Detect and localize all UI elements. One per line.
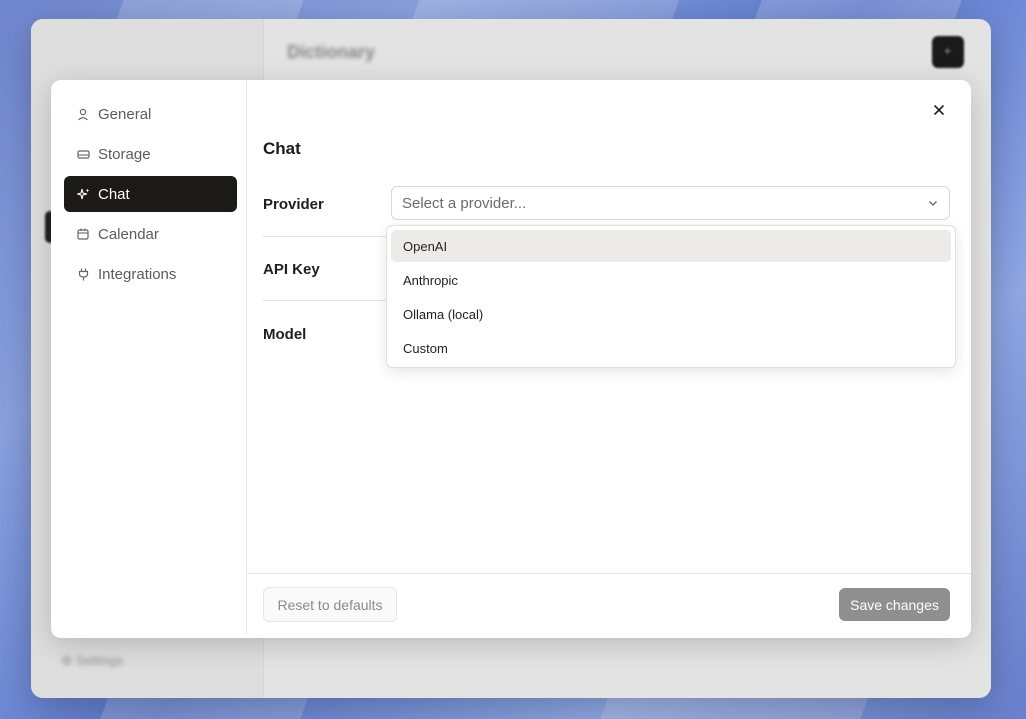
nav-item-label: Calendar — [98, 225, 159, 243]
row-divider — [263, 300, 393, 301]
api-key-label: API Key — [263, 261, 320, 278]
reset-defaults-button[interactable]: Reset to defaults — [263, 587, 397, 622]
settings-nav: General Storage Chat Calendar Integratio… — [51, 80, 247, 634]
calendar-icon — [76, 227, 90, 241]
background-settings-link: ⚙ Settings — [61, 653, 123, 669]
nav-item-label: Integrations — [98, 265, 177, 283]
option-label: OpenAI — [403, 238, 448, 254]
sparkles-icon — [76, 187, 90, 201]
provider-option-anthropic[interactable]: Anthropic — [391, 264, 951, 296]
footer-divider — [247, 573, 971, 574]
nav-item-label: General — [98, 105, 152, 123]
nav-item-label: Chat — [98, 185, 130, 203]
drive-icon — [76, 147, 90, 161]
settings-dialog: General Storage Chat Calendar Integratio… — [51, 80, 971, 638]
plus-icon: + — [944, 44, 952, 58]
background-window-title: Dictionary — [287, 42, 376, 62]
gear-icon: ⚙ — [61, 653, 73, 668]
background-settings-label: Settings — [76, 653, 124, 668]
nav-item-label: Storage — [98, 145, 151, 163]
provider-dropdown-menu: OpenAI Anthropic Ollama (local) Custom — [386, 225, 956, 368]
nav-item-chat[interactable]: Chat — [64, 176, 237, 212]
nav-item-storage[interactable]: Storage — [64, 136, 237, 172]
plug-icon — [76, 267, 90, 281]
model-label: Model — [263, 326, 307, 343]
background-action-button: + — [932, 36, 964, 68]
provider-option-openai[interactable]: OpenAI — [391, 230, 951, 262]
provider-option-custom[interactable]: Custom — [391, 332, 951, 364]
option-label: Anthropic — [403, 272, 458, 288]
option-label: Custom — [403, 340, 448, 356]
save-changes-button[interactable]: Save changes — [839, 588, 950, 621]
nav-item-integrations[interactable]: Integrations — [64, 256, 237, 292]
nav-item-general[interactable]: General — [64, 96, 237, 132]
provider-label: Provider — [263, 196, 324, 213]
provider-select[interactable]: Select a provider... — [391, 186, 950, 220]
nav-item-calendar[interactable]: Calendar — [64, 216, 237, 252]
row-divider — [263, 236, 393, 237]
option-label: Ollama (local) — [403, 306, 484, 322]
user-icon — [76, 107, 90, 121]
close-icon — [933, 104, 945, 116]
chevron-down-icon — [929, 201, 937, 206]
provider-option-ollama[interactable]: Ollama (local) — [391, 298, 951, 330]
close-dialog-button[interactable] — [929, 100, 949, 120]
provider-select-placeholder: Select a provider... — [402, 194, 527, 212]
section-title: Chat — [263, 139, 301, 158]
